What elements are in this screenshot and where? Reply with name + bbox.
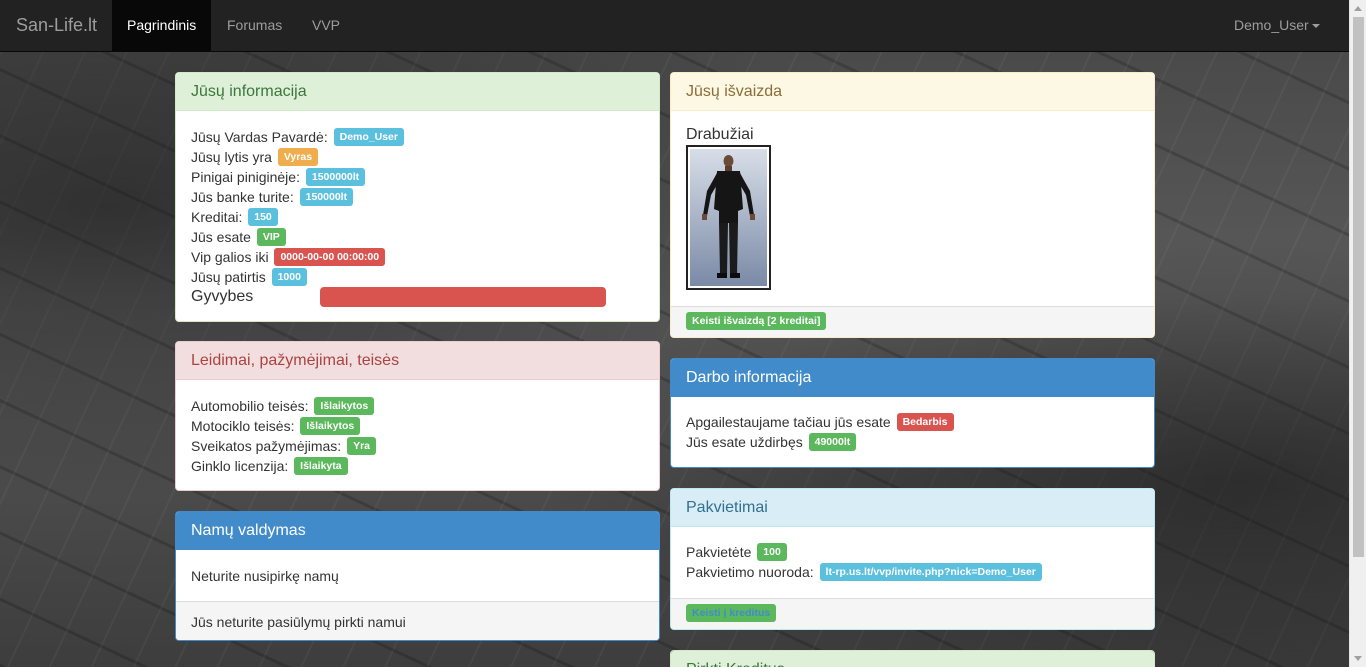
work-row-label: Apgailestaujame tačiau jūs esate — [686, 414, 891, 430]
scroll-up-icon[interactable] — [1354, 6, 1362, 11]
buy-credits-panel-title: Pirkti Kreditus — [671, 651, 1154, 667]
info-panel-title: Jūsų informacija — [176, 73, 659, 111]
houses-panel-title: Namų valdymas — [176, 512, 659, 550]
info-row-wallet: Pinigai piniginėje: 1500000lt — [191, 167, 644, 187]
license-row-car: Automobilio teisės: Išlaikytos — [191, 396, 644, 416]
top-navbar: San-Life.lt Pagrindinis Forumas VVP Demo… — [0, 0, 1349, 52]
info-row-status: Jūs esate VIP — [191, 227, 644, 247]
invite-link-badge[interactable]: lt-rp.us.lt/vvp/invite.php?nick=Demo_Use… — [819, 563, 1042, 582]
clothes-label: Drabužiai — [686, 126, 754, 143]
info-row-name: Jūsų Vardas Pavardė: Demo_User — [191, 127, 644, 147]
name-badge: Demo_User — [333, 128, 404, 147]
skin-thumbnail — [686, 145, 771, 290]
status-badge: VIP — [256, 228, 286, 247]
wallet-badge: 1500000lt — [305, 168, 366, 187]
licenses-panel: Leidimai, pažymėjimai, teisės Automobili… — [175, 341, 660, 491]
appearance-panel: Jūsų išvaizda Drabužiai Keisti išvaizdą … — [670, 72, 1155, 338]
experience-badge: 1000 — [271, 268, 307, 287]
info-panel: Jūsų informacija Jūsų Vardas Pavardė: De… — [175, 72, 660, 322]
bank-badge: 150000lt — [299, 188, 354, 207]
moto-license-badge: Išlaikytos — [300, 417, 361, 436]
info-row-experience: Jūsų patirtis 1000 — [191, 267, 644, 287]
character-skin-image — [690, 149, 767, 286]
license-row-moto: Motociklo teisės: Išlaikytos — [191, 416, 644, 436]
caret-down-icon — [1311, 24, 1320, 29]
invites-panel-title: Pakvietimai — [671, 489, 1154, 527]
info-row-label: Jūsų lytis yra — [191, 149, 272, 165]
invites-panel: Pakvietimai Pakvietėte 100 Pakvietimo nu… — [670, 488, 1155, 630]
health-label: Gyvybes — [191, 288, 254, 305]
health-cert-badge: Yra — [347, 437, 376, 456]
scroll-down-icon[interactable] — [1354, 656, 1362, 661]
houses-body-text: Neturite nusipirkę namų — [191, 568, 339, 584]
work-row-status: Apgailestaujame tačiau jūs esate Bedarbi… — [686, 412, 1139, 432]
page-scrollbar[interactable] — [1349, 0, 1366, 667]
work-panel-title: Darbo informacija — [671, 359, 1154, 397]
invited-count-badge: 100 — [757, 543, 787, 562]
info-row-label: Jūs esate — [191, 229, 251, 245]
info-row-gender: Jūsų lytis yra Vyras — [191, 147, 644, 167]
license-row-label: Automobilio teisės: — [191, 398, 309, 414]
invites-row-label: Pakvietimo nuoroda: — [686, 564, 814, 580]
health-progress — [320, 287, 606, 307]
info-row-label: Vip galios iki — [191, 249, 269, 265]
appearance-panel-title: Jūsų išvaizda — [671, 73, 1154, 111]
houses-panel: Namų valdymas Neturite nusipirkę namų Jū… — [175, 511, 660, 641]
nav-item-pagrindinis[interactable]: Pagrindinis — [112, 0, 212, 51]
license-row-label: Motociklo teisės: — [191, 418, 295, 434]
invites-row-count: Pakvietėte 100 — [686, 542, 1139, 562]
change-appearance-button[interactable]: Keisti išvaizdą [2 kreditai] — [686, 312, 827, 331]
license-row-gun: Ginklo licenzija: Išlaikyta — [191, 456, 644, 476]
user-menu-dropdown[interactable]: Demo_User — [1219, 0, 1335, 51]
buy-credits-panel: Pirkti Kreditus — [670, 650, 1155, 667]
info-row-label: Jūsų Vardas Pavardė: — [191, 129, 328, 145]
gender-badge: Vyras — [277, 148, 319, 167]
brand-link[interactable]: San-Life.lt — [16, 15, 97, 36]
user-name: Demo_User — [1234, 17, 1309, 33]
work-row-earned: Jūs esate uždirbęs 49000lt — [686, 432, 1139, 452]
info-row-bank: Jūs banke turite: 150000lt — [191, 187, 644, 207]
info-row-label: Jūsų patirtis — [191, 269, 266, 285]
health-row: Gyvybes — [191, 287, 644, 307]
work-panel: Darbo informacija Apgailestaujame tačiau… — [670, 358, 1155, 468]
nav-item-forumas[interactable]: Forumas — [212, 0, 297, 51]
info-row-credits: Kreditai: 150 — [191, 207, 644, 227]
car-license-badge: Išlaikytos — [314, 397, 375, 416]
license-row-label: Ginklo licenzija: — [191, 458, 289, 474]
job-status-badge: Bedarbis — [896, 413, 954, 432]
scrollbar-thumb[interactable] — [1353, 17, 1364, 557]
work-row-label: Jūs esate uždirbęs — [686, 434, 803, 450]
licenses-panel-title: Leidimai, pažymėjimai, teisės — [176, 342, 659, 380]
info-row-label: Pinigai piniginėje: — [191, 169, 300, 185]
invites-row-label: Pakvietėte — [686, 544, 752, 560]
info-row-label: Kreditai: — [191, 209, 243, 225]
credits-badge: 150 — [248, 208, 278, 227]
gun-license-badge: Išlaikyta — [294, 457, 348, 476]
info-row-vip-until: Vip galios iki 0000-00-00 00:00:00 — [191, 247, 644, 267]
license-row-health: Sveikatos pažymėjimas: Yra — [191, 436, 644, 456]
exchange-credits-button[interactable]: Keisti į kreditus — [686, 604, 777, 623]
health-progress-bar — [320, 287, 606, 307]
license-row-label: Sveikatos pažymėjimas: — [191, 438, 342, 454]
houses-footer-text: Jūs neturite pasiūlymų pirkti namui — [176, 601, 659, 640]
invites-row-link: Pakvietimo nuoroda: lt-rp.us.lt/vvp/invi… — [686, 562, 1139, 582]
nav-item-vvp[interactable]: VVP — [297, 0, 355, 51]
info-row-label: Jūs banke turite: — [191, 189, 294, 205]
vip-until-badge: 0000-00-00 00:00:00 — [274, 248, 386, 267]
earned-badge: 49000lt — [808, 433, 857, 452]
